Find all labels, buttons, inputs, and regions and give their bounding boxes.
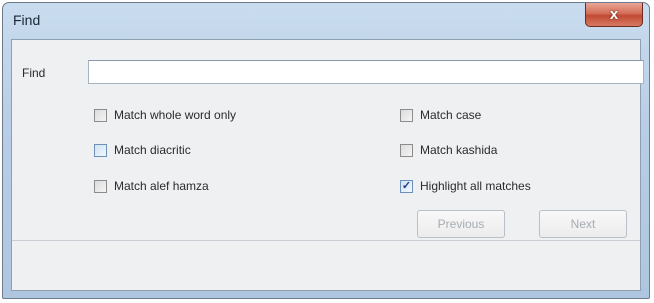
match-diacritic-option[interactable]: Match diacritic xyxy=(94,143,191,157)
match-diacritic-checkbox[interactable] xyxy=(94,143,107,157)
match-diacritic-label: Match diacritic xyxy=(114,143,191,157)
highlight-all-label: Highlight all matches xyxy=(420,179,531,193)
divider xyxy=(12,240,640,241)
match-kashida-checkbox[interactable] xyxy=(400,143,413,157)
match-whole-word-label: Match whole word only xyxy=(114,108,237,122)
match-case-checkbox[interactable] xyxy=(400,108,413,122)
close-icon: x xyxy=(609,6,619,23)
find-input[interactable] xyxy=(88,60,644,84)
highlight-all-checkbox[interactable]: ✓ xyxy=(400,179,413,193)
match-whole-word-checkbox[interactable] xyxy=(94,108,107,122)
match-kashida-label: Match kashida xyxy=(420,143,498,157)
window-title: Find xyxy=(13,12,41,28)
find-label: Find xyxy=(22,66,46,80)
match-alef-hamza-label: Match alef hamza xyxy=(114,179,209,193)
match-alef-hamza-checkbox[interactable] xyxy=(94,179,107,193)
close-button[interactable]: x xyxy=(585,3,643,27)
dialog-body: Find Match whole word only Match diacrit… xyxy=(11,39,644,291)
title-bar: Find x xyxy=(3,3,649,39)
previous-button[interactable]: Previous xyxy=(417,210,505,238)
match-case-label: Match case xyxy=(420,108,482,122)
find-dialog: Find x Find Match whole word only Match … xyxy=(2,2,650,299)
match-kashida-option[interactable]: Match kashida xyxy=(400,143,497,157)
highlight-all-option[interactable]: ✓ Highlight all matches xyxy=(400,179,531,193)
match-alef-hamza-option[interactable]: Match alef hamza xyxy=(94,179,209,193)
next-button[interactable]: Next xyxy=(539,210,627,238)
check-icon: ✓ xyxy=(401,179,412,192)
match-case-option[interactable]: Match case xyxy=(400,108,481,122)
match-whole-word-option[interactable]: Match whole word only xyxy=(94,108,236,122)
